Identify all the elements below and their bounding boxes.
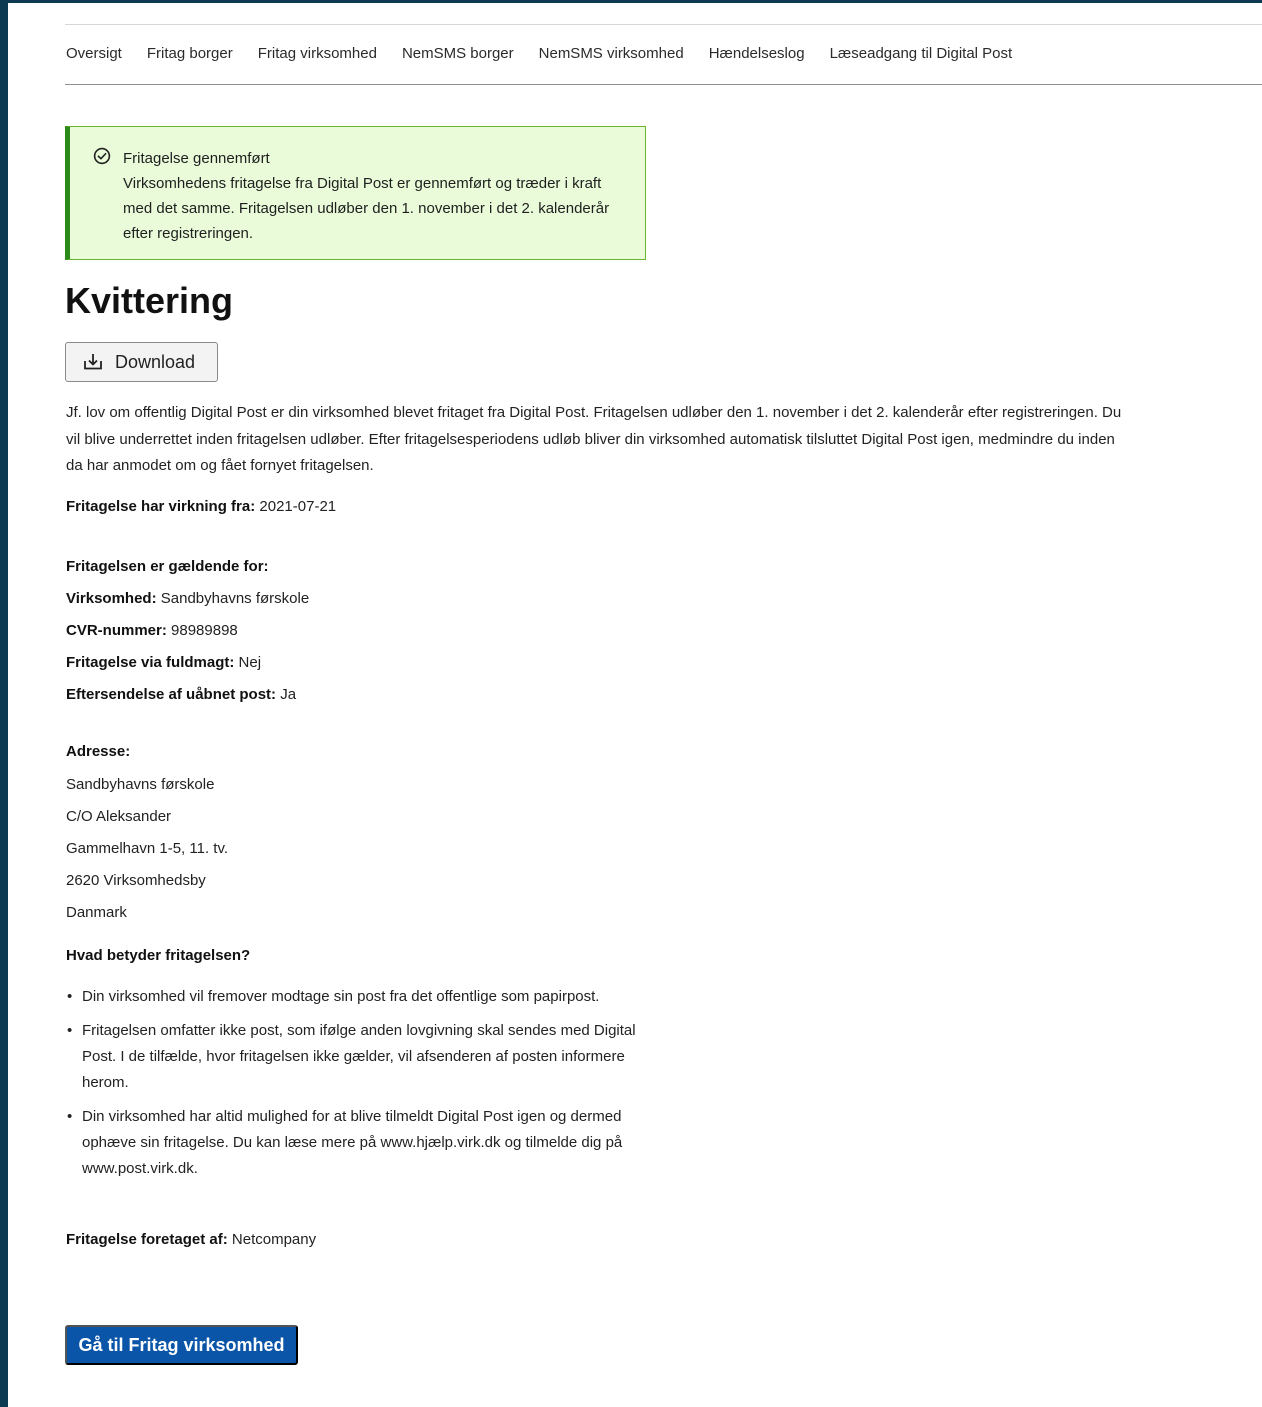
company-label: Virksomhed: xyxy=(66,590,157,607)
cvr-value: 98989898 xyxy=(171,622,238,639)
cvr-label: CVR-nummer: xyxy=(66,622,167,639)
main-nav: Oversigt Fritag borger Fritag virksomhed… xyxy=(66,45,1037,62)
address-line: Danmark xyxy=(66,904,127,921)
power-of-attorney-value: Nej xyxy=(238,654,262,671)
power-of-attorney-row: Fritagelse via fuldmagt: Nej xyxy=(66,654,261,671)
address-line: Sandbyhavns førskole xyxy=(66,776,215,793)
list-item: Fritagelsen omfatter ikke post, som iføl… xyxy=(66,1018,656,1096)
effective-date-label: Fritagelse har virkning fra: xyxy=(66,498,256,515)
list-item: Din virksomhed har altid mulighed for at… xyxy=(66,1104,656,1182)
applies-heading: Fritagelsen er gældende for: xyxy=(66,558,269,575)
intro-paragraph: Jf. lov om offentlig Digital Post er din… xyxy=(66,404,1122,474)
company-value: Sandbyhavns førskole xyxy=(160,590,310,607)
effective-date-row: Fritagelse har virkning fra: 2021-07-21 xyxy=(66,498,336,515)
nav-item-fritag-borger[interactable]: Fritag borger xyxy=(147,45,233,62)
cvr-row: CVR-nummer: 98989898 xyxy=(66,622,238,639)
company-row: Virksomhed: Sandbyhavns førskole xyxy=(66,590,309,607)
list-item: Din virksomhed vil fremover modtage sin … xyxy=(66,984,656,1010)
success-alert: Fritagelse gennemført Virksomhedens frit… xyxy=(65,126,646,260)
top-divider xyxy=(65,24,1262,25)
nav-item-oversigt[interactable]: Oversigt xyxy=(66,45,122,62)
power-of-attorney-label: Fritagelse via fuldmagt: xyxy=(66,654,235,671)
nav-item-laeseadgang[interactable]: Læseadgang til Digital Post xyxy=(830,45,1013,62)
effective-date-value: 2021-07-21 xyxy=(259,498,337,515)
forwarding-value: Ja xyxy=(280,686,297,703)
performed-by-label: Fritagelse foretaget af: xyxy=(66,1231,228,1248)
address-line: C/O Aleksander xyxy=(66,808,172,825)
address-heading: Adresse: xyxy=(66,743,131,760)
meaning-heading: Hvad betyder fritagelsen? xyxy=(66,947,251,964)
check-circle-icon xyxy=(93,147,111,165)
nav-item-nemsms-virksomhed[interactable]: NemSMS virksomhed xyxy=(539,45,684,62)
alert-body: Virksomhedens fritagelse fra Digital Pos… xyxy=(123,175,610,242)
alert-text: Fritagelse gennemført Virksomhedens frit… xyxy=(123,146,623,246)
nav-divider xyxy=(65,84,1262,85)
nav-item-fritag-virksomhed[interactable]: Fritag virksomhed xyxy=(258,45,377,62)
address-line: 2620 Virksomhedsby xyxy=(66,872,206,889)
address-line: Gammelhavn 1-5, 11. tv. xyxy=(66,840,229,857)
nav-item-haendelseslog[interactable]: Hændelseslog xyxy=(709,45,805,62)
download-label: Download xyxy=(115,351,196,372)
performed-by-value: Netcompany xyxy=(231,1231,317,1248)
alert-title: Fritagelse gennemført xyxy=(123,150,270,167)
forwarding-label: Eftersendelse af uåbnet post: xyxy=(66,686,277,703)
performed-by-row: Fritagelse foretaget af: Netcompany xyxy=(66,1231,316,1248)
page-title: Kvittering xyxy=(65,280,234,321)
download-button[interactable]: Download xyxy=(65,342,218,382)
download-icon xyxy=(84,354,102,370)
forwarding-row: Eftersendelse af uåbnet post: Ja xyxy=(66,686,296,703)
meaning-list: Din virksomhed vil fremover modtage sin … xyxy=(66,984,656,1190)
goto-fritag-virksomhed-button[interactable]: Gå til Fritag virksomhed xyxy=(65,1325,298,1365)
nav-item-nemsms-borger[interactable]: NemSMS borger xyxy=(402,45,514,62)
